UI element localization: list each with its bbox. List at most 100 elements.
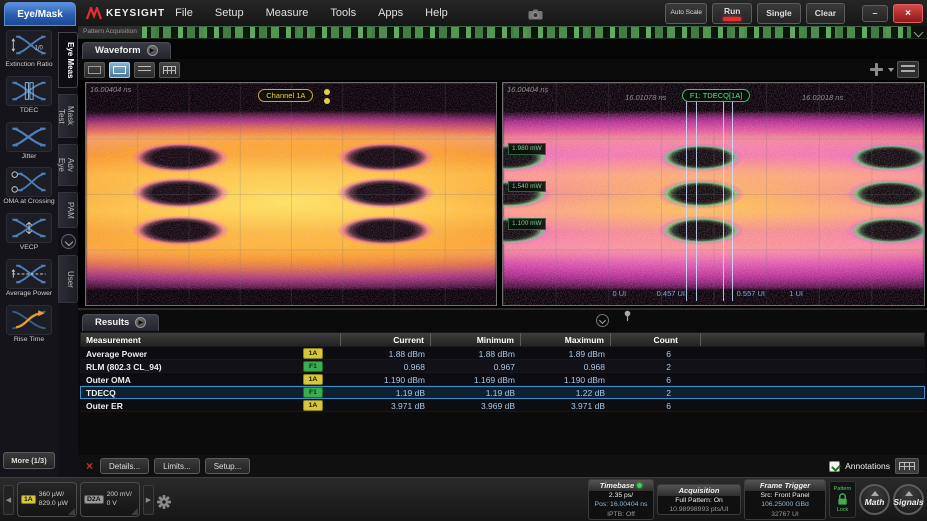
tab-results[interactable]: Results ▶: [82, 314, 159, 331]
signals-button[interactable]: Signals: [893, 484, 924, 515]
table-row-average-power[interactable]: Average Power 1A 1.88 dBm 1.88 dBm 1.89 …: [80, 347, 925, 360]
channel-scroll-left-icon[interactable]: ◀: [3, 485, 14, 515]
column-header-count[interactable]: Count: [611, 333, 701, 346]
sidebar-item-rise-time[interactable]: Rise Time: [1, 305, 57, 344]
tdecq-window-marker[interactable]: [732, 99, 733, 301]
rise-time-icon: [10, 308, 48, 332]
ui-axis-label: 0.557 UI: [737, 289, 765, 298]
timebase-scale: 2.35 ps/: [589, 491, 653, 500]
auto-scale-button[interactable]: Auto Scale: [665, 3, 707, 24]
channel-scroll-right-icon[interactable]: ▶: [143, 485, 154, 515]
strip-collapse-chevron-icon[interactable]: [911, 26, 927, 38]
menu-setup[interactable]: Setup: [215, 7, 244, 19]
eye-panel-tdecq-f1[interactable]: 16.00404 ns 16.01078 ns 16.02018 ns F1: …: [502, 82, 925, 306]
minimum-value: 0.967: [431, 362, 521, 372]
sidebar-item-jitter[interactable]: Jitter: [1, 122, 57, 161]
source-badge: F1: [303, 361, 323, 372]
column-header-minimum[interactable]: Minimum: [431, 333, 521, 346]
results-table-header: Measurement Current Minimum Maximum Coun…: [80, 332, 925, 347]
sidebar-item-label: Average Power: [1, 290, 57, 298]
results-pin-icon[interactable]: [623, 309, 632, 327]
channel-card-1a[interactable]: 1A 360 µW/ 829.0 µW: [17, 482, 77, 517]
layout-rows-button[interactable]: [134, 62, 155, 78]
measurement-category-tabs: Eye Meas Mask Test Adv Eye PAM User: [58, 26, 78, 477]
status-bar: ◀ 1A 360 µW/ 829.0 µW D2A 200 mV/ 0 V ▶ …: [0, 477, 927, 521]
annotations-checkbox[interactable]: [829, 461, 840, 472]
column-header-current[interactable]: Current: [341, 333, 431, 346]
tdecq-window-marker[interactable]: [686, 99, 687, 301]
table-row-outer-er[interactable]: Outer ER 1A 3.971 dB 3.969 dB 3.971 dB 6: [80, 399, 925, 412]
details-button[interactable]: Details...: [100, 458, 149, 474]
frame-trigger-panel[interactable]: Frame Trigger Src: Front Panel 106.25000…: [744, 479, 826, 520]
screenshot-camera-icon[interactable]: [528, 7, 543, 25]
column-header-maximum[interactable]: Maximum: [521, 333, 611, 346]
layout-single-button[interactable]: [84, 62, 105, 78]
results-collapse-chevron-icon[interactable]: [596, 314, 609, 327]
timebase-panel[interactable]: Timebase 2.35 ps/ Pos: 16.00404 ns IPTB:…: [588, 479, 654, 520]
sidebar-item-average-power[interactable]: Average Power: [1, 259, 57, 298]
layout-grid-button[interactable]: [159, 62, 180, 78]
tab-eye-meas[interactable]: Eye Meas: [58, 32, 78, 88]
channel-card-d2a[interactable]: D2A 200 mV/ 0 V: [80, 482, 140, 517]
channel-badge: 1A: [21, 495, 36, 504]
tdecq-window-marker[interactable]: [723, 99, 724, 301]
table-row-tdecq[interactable]: TDECQ F1 1.19 dB 1.19 dB 1.22 dB 2: [80, 386, 925, 399]
minimize-button[interactable]: –: [862, 5, 888, 22]
display-menu-icon[interactable]: [897, 61, 919, 78]
marker-dropdown-icon[interactable]: [888, 68, 894, 72]
pattern-bits-display: [142, 26, 911, 38]
close-button[interactable]: ×: [893, 4, 923, 23]
acquisition-panel[interactable]: Acquisition Full Pattern: On 10.98998993…: [657, 484, 741, 515]
run-button[interactable]: Run: [712, 3, 752, 24]
maximum-value: 3.971 dB: [521, 401, 611, 411]
sidebar-item-label: TDEC: [1, 107, 57, 115]
setup-button[interactable]: Setup...: [205, 458, 251, 474]
tab-menu-play-icon[interactable]: ▶: [147, 45, 158, 56]
limits-button[interactable]: Limits...: [154, 458, 200, 474]
tab-scroll-chevron-icon[interactable]: [61, 234, 76, 249]
eye-mask-mode-button[interactable]: Eye/Mask: [4, 2, 76, 26]
menu-apps[interactable]: Apps: [378, 7, 403, 19]
marker-crosshair-icon[interactable]: [868, 62, 885, 77]
table-row-rlm[interactable]: RLM (802.3 CL_94) F1 0.968 0.967 0.968 2: [80, 360, 925, 373]
single-button[interactable]: Single: [757, 3, 801, 24]
sidebar-item-extinction-ratio[interactable]: 1/0 Extinction Ratio: [1, 30, 57, 69]
eye-panel-channel-1a[interactable]: 16.00404 ns Channel 1A: [85, 82, 497, 306]
tab-mask-test[interactable]: Mask Test: [58, 94, 78, 138]
menu-help[interactable]: Help: [425, 7, 448, 19]
more-measurements-button[interactable]: More (1/3): [3, 452, 55, 469]
channel-settings-gear-icon[interactable]: [157, 495, 171, 514]
sidebar-item-oma-at-crossing[interactable]: OMA at Crossing: [1, 167, 57, 206]
tdecq-function-pill[interactable]: F1: TDECQ[1A]: [682, 89, 750, 102]
tab-adv-eye[interactable]: Adv Eye: [58, 144, 78, 186]
layout-split-button[interactable]: [109, 62, 130, 78]
channel-offset: 0 V: [107, 500, 117, 507]
results-grid-view-icon[interactable]: [895, 458, 919, 474]
sidebar-item-vecp[interactable]: VECP: [1, 213, 57, 252]
menu-file[interactable]: File: [175, 7, 193, 19]
channel-offset: 829.0 µW: [39, 500, 68, 507]
keysight-logo-icon: [86, 7, 102, 20]
menu-tools[interactable]: Tools: [330, 7, 356, 19]
sidebar-item-tdec[interactable]: TDEC: [1, 76, 57, 115]
table-row-outer-oma[interactable]: Outer OMA 1A 1.190 dBm 1.169 dBm 1.190 d…: [80, 373, 925, 386]
keysight-brand: KEYSIGHT: [86, 7, 165, 20]
tdecq-window-marker[interactable]: [696, 99, 697, 301]
vecp-icon: [10, 216, 48, 240]
menu-measure[interactable]: Measure: [266, 7, 309, 19]
acquisition-points-per-ui: 10.98998993 pts/UI: [658, 505, 740, 514]
source-badge: 1A: [303, 374, 323, 385]
tab-waveform[interactable]: Waveform ▶: [82, 42, 171, 59]
measurement-name: Outer ER: [81, 401, 303, 411]
eye-opening: [332, 141, 439, 174]
results-menu-play-icon[interactable]: ▶: [135, 317, 146, 328]
clear-button[interactable]: Clear: [806, 3, 845, 24]
tab-user[interactable]: User: [58, 255, 78, 303]
channel-1a-pill[interactable]: Channel 1A: [258, 89, 313, 102]
titlebar-buttons: Auto Scale Run Single Clear – ×: [665, 3, 923, 24]
column-header-measurement[interactable]: Measurement: [81, 333, 341, 346]
timestamp-label: 16.01078 ns: [625, 93, 666, 102]
delete-measurement-icon[interactable]: ×: [86, 459, 93, 473]
tab-pam[interactable]: PAM: [58, 192, 78, 228]
math-button[interactable]: Math: [859, 484, 890, 515]
